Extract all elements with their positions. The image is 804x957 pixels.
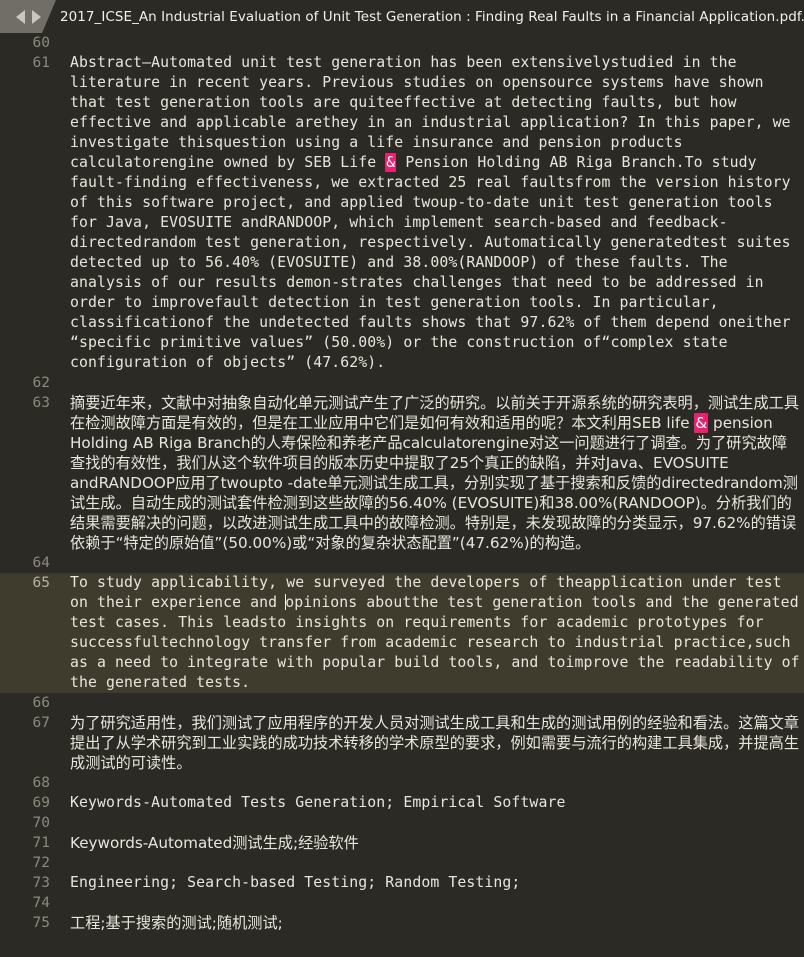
editor-line-row[interactable]: 64 (0, 553, 804, 573)
line-number: 63 (32, 395, 50, 411)
search-match-highlight: & (694, 413, 709, 433)
line-number: 64 (32, 555, 50, 571)
next-tab-arrow-icon[interactable] (31, 9, 41, 24)
line-text[interactable]: Keywords-Automated测试生成;经验软件 (58, 833, 804, 853)
editor-line-row[interactable]: 67 为了研究适用性，我们测试了应用程序的开发人员对测试生成工具和生成的测试用例的… (0, 713, 804, 773)
line-text[interactable] (58, 773, 804, 793)
line-number: 72 (32, 855, 50, 871)
editor-line-row[interactable]: 65 To study applicability, we surveyed th… (0, 573, 804, 693)
editor-lines: 60 61 Abstract—Automated unit test genera… (0, 33, 804, 933)
line-number: 69 (32, 795, 50, 811)
tab-bar: 2017_ICSE_An Industrial Evaluation of Un… (0, 0, 804, 33)
line-number: 71 (32, 835, 50, 851)
tab-active-document[interactable]: 2017_ICSE_An Industrial Evaluation of Un… (42, 0, 804, 33)
editor-line-row[interactable]: 63 摘要近年来，文献中对抽象自动化单元测试产生了广泛的研究。以前关于开源系统的研… (0, 393, 804, 553)
line-number: 66 (32, 695, 50, 711)
editor-line-row[interactable]: 70 (0, 813, 804, 833)
line-text[interactable]: Keywords-Automated Tests Generation; Emp… (58, 793, 804, 813)
line-text[interactable]: Abstract—Automated unit test generation … (58, 53, 804, 373)
editor-line-row[interactable]: 75 工程;基于搜索的测试;随机测试; (0, 913, 804, 933)
editor-line-row[interactable]: 74 (0, 893, 804, 913)
text-run: pension Holding AB Riga Branch的人寿保险和养老产品… (70, 414, 798, 552)
editor-line-row[interactable]: 72 (0, 853, 804, 873)
editor-line-row[interactable]: 62 (0, 373, 804, 393)
text-run: Pension Holding AB Riga Branch.To study … (70, 154, 800, 371)
line-text[interactable] (58, 813, 804, 833)
line-number: 70 (32, 815, 50, 831)
editor-line-row[interactable]: 71 Keywords-Automated测试生成;经验软件 (0, 833, 804, 853)
line-number: 62 (32, 375, 50, 391)
line-text[interactable]: Engineering; Search-based Testing; Rando… (58, 873, 804, 893)
line-text[interactable] (58, 33, 804, 53)
line-text[interactable]: To study applicability, we surveyed the … (58, 573, 804, 693)
tab-title: 2017_ICSE_An Industrial Evaluation of Un… (60, 8, 804, 25)
line-number: 73 (32, 875, 50, 891)
line-number: 67 (32, 715, 50, 731)
search-match-highlight: & (385, 153, 397, 172)
line-text[interactable] (58, 373, 804, 393)
line-text[interactable] (58, 893, 804, 913)
line-text[interactable] (58, 853, 804, 873)
editor-line-row[interactable]: 61 Abstract—Automated unit test generatio… (0, 53, 804, 373)
editor-line-row[interactable]: 60 (0, 33, 804, 53)
line-number: 65 (32, 575, 50, 591)
line-text[interactable] (58, 553, 804, 573)
line-number: 74 (32, 895, 50, 911)
line-number: 60 (32, 35, 50, 51)
editor-line-row[interactable]: 73 Engineering; Search-based Testing; Ran… (0, 873, 804, 893)
editor-line-row[interactable]: 66 (0, 693, 804, 713)
line-number: 68 (32, 775, 50, 791)
line-text[interactable] (58, 693, 804, 713)
line-text[interactable]: 为了研究适用性，我们测试了应用程序的开发人员对测试生成工具和生成的测试用例的经验… (58, 713, 804, 773)
prev-tab-arrow-icon[interactable] (15, 9, 25, 24)
editor-pane[interactable]: 60 61 Abstract—Automated unit test genera… (0, 33, 804, 957)
line-number: 61 (32, 55, 50, 71)
line-text[interactable]: 摘要近年来，文献中对抽象自动化单元测试产生了广泛的研究。以前关于开源系统的研究表… (58, 393, 804, 553)
editor-line-row[interactable]: 68 (0, 773, 804, 793)
line-text[interactable]: 工程;基于搜索的测试;随机测试; (58, 913, 804, 933)
line-number: 75 (32, 915, 50, 931)
editor-line-row[interactable]: 69 Keywords-Automated Tests Generation; E… (0, 793, 804, 813)
text-run: 摘要近年来，文献中对抽象自动化单元测试产生了广泛的研究。以前关于开源系统的研究表… (70, 394, 799, 432)
